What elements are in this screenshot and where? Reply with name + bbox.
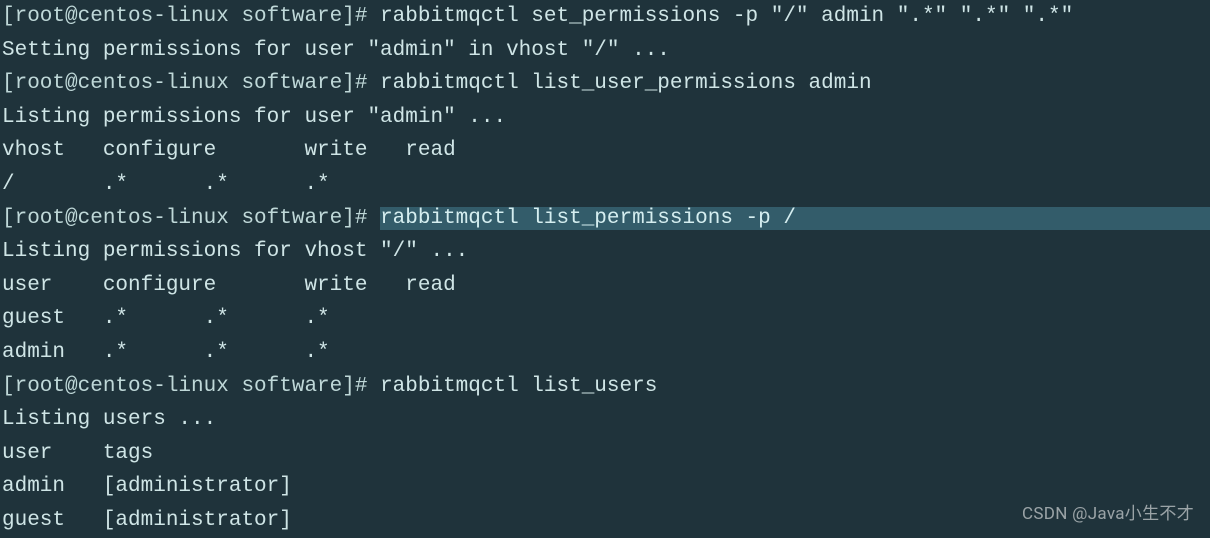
shell-prompt: [root@centos-linux software]# (2, 207, 380, 230)
shell-command: rabbitmqctl set_permissions -p "/" admin… (380, 5, 1073, 28)
terminal-command-line: [root@centos-linux software]# rabbitmqct… (2, 67, 1208, 101)
terminal-output-line: Listing permissions for vhost "/" ... (2, 235, 1208, 269)
shell-prompt: [root@centos-linux software]# (2, 72, 380, 95)
terminal-output-line: guest .* .* .* (2, 302, 1208, 336)
terminal-output-line: / .* .* .* (2, 168, 1208, 202)
terminal-output-line: Listing users ... (2, 403, 1208, 437)
terminal-output-line: vhost configure write read (2, 134, 1208, 168)
terminal-command-line: [root@centos-linux software]# rabbitmqct… (2, 370, 1208, 404)
terminal-output-line: admin [administrator] (2, 470, 1208, 504)
terminal-output[interactable]: [root@centos-linux software]# rabbitmqct… (0, 0, 1210, 538)
terminal-output-line: Listing permissions for user "admin" ... (2, 101, 1208, 135)
terminal-output-line: admin .* .* .* (2, 336, 1208, 370)
selection-highlight (796, 207, 1210, 230)
shell-prompt: [root@centos-linux software]# (2, 5, 380, 28)
terminal-output-line: user configure write read (2, 269, 1208, 303)
terminal-output-line: user tags (2, 437, 1208, 471)
terminal-command-line: [root@centos-linux software]# rabbitmqct… (2, 202, 1208, 236)
shell-prompt: [root@centos-linux software]# (2, 375, 380, 398)
shell-command: rabbitmqctl list_users (380, 375, 657, 398)
terminal-command-line: [root@centos-linux software]# rabbitmqct… (2, 0, 1208, 34)
shell-command: rabbitmqctl list_user_permissions admin (380, 72, 871, 95)
terminal-output-line: guest [administrator] (2, 504, 1208, 538)
shell-command: rabbitmqctl list_permissions -p / (380, 207, 796, 230)
terminal-output-line: Setting permissions for user "admin" in … (2, 34, 1208, 68)
